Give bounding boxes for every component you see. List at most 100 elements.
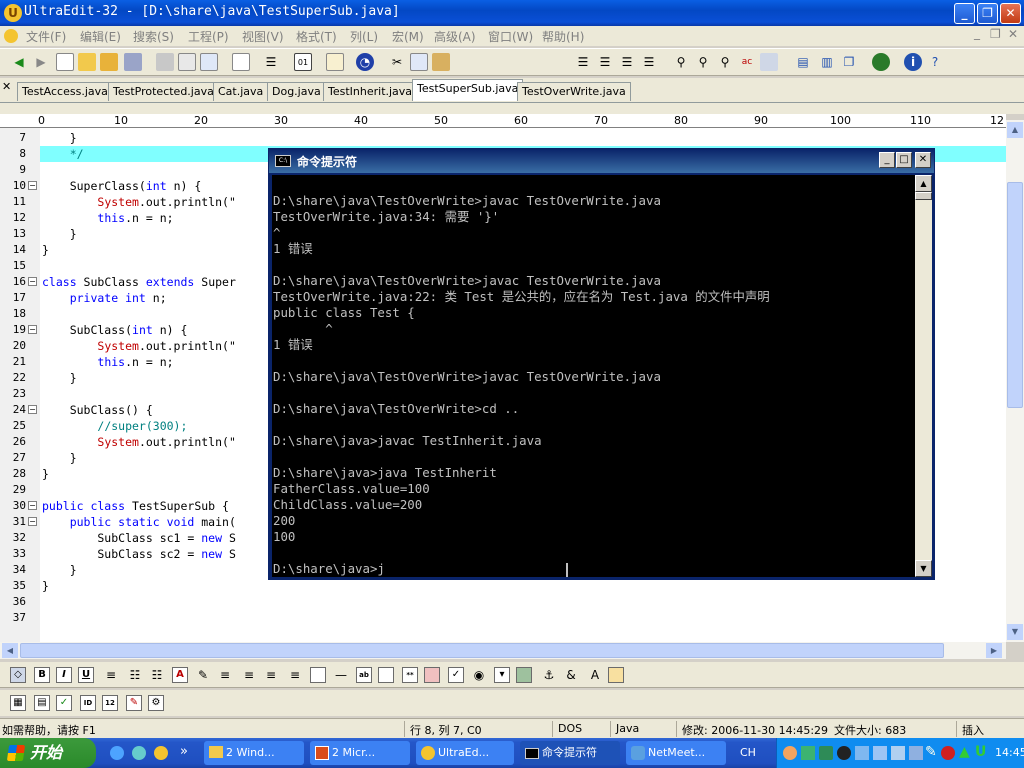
tray-app-icon[interactable] (783, 746, 797, 760)
italic-icon[interactable]: I (56, 667, 72, 683)
fold-toggle-icon[interactable]: − (28, 405, 37, 414)
tray-pen-icon[interactable]: ✎ (925, 744, 937, 760)
fold-toggle-icon[interactable]: − (28, 517, 37, 526)
heading-3-icon[interactable]: ≡ (262, 666, 280, 684)
menu-search[interactable]: 搜索(S) (133, 28, 174, 45)
menu-project[interactable]: 工程(P) (188, 28, 229, 45)
menu-edit[interactable]: 编辑(E) (80, 28, 121, 45)
find-prev-icon[interactable]: ⚲ (716, 53, 734, 71)
align-icon[interactable]: ≡ (102, 666, 120, 684)
start-button[interactable]: 开始 (0, 738, 96, 768)
tab-testoverwrite[interactable]: TestOverWrite.java (517, 82, 631, 101)
table-cell-icon[interactable]: ✓ (56, 695, 72, 711)
cmd-title-bar[interactable]: C:\ 命令提示符 _ □ ✕ (269, 149, 934, 173)
more-quicklaunch-icon[interactable]: » (180, 744, 188, 759)
editor-horizontal-scrollbar[interactable]: ◀ ▶ (0, 642, 1006, 659)
tab-testinherit[interactable]: TestInherit.java (323, 82, 418, 101)
scroll-up-icon[interactable]: ▲ (1007, 122, 1023, 138)
cmd-minimize-button[interactable]: _ (879, 152, 895, 168)
tray-security-icon[interactable] (819, 746, 833, 760)
file-tree-icon[interactable] (326, 53, 344, 71)
menu-help[interactable]: 帮助(H) (542, 28, 584, 45)
text-size-icon[interactable]: A (586, 666, 604, 684)
browser-quicklaunch-icon[interactable] (132, 746, 146, 760)
find-icon[interactable]: ⚲ (672, 53, 690, 71)
browser-icon[interactable]: ◔ (356, 53, 374, 71)
tab-cat[interactable]: Cat.java (213, 82, 269, 101)
new-file-icon[interactable] (56, 53, 74, 71)
tray-update-icon[interactable]: ▲ (959, 744, 970, 760)
scroll-thumb[interactable] (915, 192, 932, 200)
scroll-thumb[interactable] (1007, 182, 1023, 408)
forward-icon[interactable]: ▶ (32, 53, 50, 71)
context-help-icon[interactable]: ? (926, 53, 944, 71)
document-icon[interactable] (4, 29, 18, 43)
ultraedit-app-icon[interactable]: U (4, 4, 22, 22)
tray-display-icon[interactable] (855, 746, 869, 760)
highlight-icon[interactable]: ✎ (194, 666, 212, 684)
form-icon[interactable] (310, 667, 326, 683)
fold-toggle-icon[interactable]: − (28, 325, 37, 334)
tray-u-icon[interactable]: U (975, 744, 986, 760)
checkbox-icon[interactable]: ✓ (448, 667, 464, 683)
anchor-icon[interactable]: ⚓ (540, 666, 558, 684)
cascade-windows-icon[interactable]: ❐ (840, 53, 858, 71)
scroll-right-icon[interactable]: ▶ (986, 643, 1002, 658)
cmd-close-button[interactable]: ✕ (915, 152, 931, 168)
minimize-button[interactable]: _ (954, 3, 975, 24)
close-button[interactable]: ✕ (1000, 3, 1021, 24)
find-in-files-icon[interactable] (760, 53, 778, 71)
underline-icon[interactable]: U (78, 667, 94, 683)
image-button-icon[interactable] (424, 667, 440, 683)
ultraedit-quicklaunch-icon[interactable] (154, 746, 168, 760)
tray-monitor-icon[interactable] (873, 746, 887, 760)
fold-toggle-icon[interactable]: − (28, 277, 37, 286)
numbered-list-icon[interactable]: ☷ (148, 666, 166, 684)
word-wrap-icon[interactable]: ☰ (262, 53, 280, 71)
bold-icon[interactable]: B (34, 667, 50, 683)
table-row-icon[interactable]: ▤ (34, 695, 50, 711)
ie-icon[interactable] (110, 746, 124, 760)
page-setup-icon[interactable] (200, 53, 218, 71)
textbox-icon[interactable]: ab (356, 667, 372, 683)
menu-advanced[interactable]: 高级(A) (434, 28, 476, 45)
dropdown-icon[interactable]: ▾ (494, 667, 510, 683)
hex-mode-icon[interactable]: 01 (294, 53, 312, 71)
horizontal-rule-icon[interactable]: — (332, 666, 350, 684)
doc-minimize-icon[interactable]: _ (974, 26, 980, 40)
justify-icon[interactable]: ☰ (640, 53, 658, 71)
open-folder-icon[interactable] (78, 53, 96, 71)
task-netmeeting[interactable]: NetMeet... (626, 741, 726, 765)
print-preview-icon[interactable] (178, 53, 196, 71)
scroll-down-icon[interactable]: ▼ (915, 560, 932, 577)
split-vertical-icon[interactable]: ▥ (818, 53, 836, 71)
menu-window[interactable]: 窗口(W) (488, 28, 533, 45)
tray-network-icon[interactable] (801, 746, 815, 760)
input-language[interactable]: CH (740, 746, 756, 759)
doc-close-icon[interactable]: ✕ (1008, 27, 1018, 41)
special-char-icon[interactable]: & (562, 666, 580, 684)
fold-toggle-icon[interactable]: − (28, 181, 37, 190)
save-icon[interactable] (124, 53, 142, 71)
scroll-thumb[interactable] (20, 643, 944, 658)
info-icon[interactable]: i (904, 53, 922, 71)
heading-4-icon[interactable]: ≡ (286, 666, 304, 684)
tray-network-2-icon[interactable] (891, 746, 905, 760)
tab-testprotected[interactable]: TestProtected.java (108, 82, 219, 101)
tray-antivirus-icon[interactable] (941, 746, 955, 760)
html-tag-icon[interactable]: ◇ (10, 667, 26, 683)
globe-icon[interactable] (872, 53, 890, 71)
menu-view[interactable]: 视图(V) (242, 28, 284, 45)
task-windows-explorer[interactable]: 2 Wind... (204, 741, 304, 765)
task-ultraedit[interactable]: UltraEd... (416, 741, 514, 765)
replace-icon[interactable]: ac (738, 53, 756, 71)
numbering-icon[interactable]: 12 (102, 695, 118, 711)
scroll-down-icon[interactable]: ▼ (1007, 624, 1023, 640)
menu-format[interactable]: 格式(T) (296, 28, 337, 45)
scroll-left-icon[interactable]: ◀ (2, 643, 18, 658)
editor-vertical-scrollbar[interactable]: ▲ ▼ (1006, 120, 1024, 642)
open-recent-icon[interactable] (100, 53, 118, 71)
align-right-icon[interactable]: ☰ (618, 53, 636, 71)
script-icon[interactable]: ✎ (126, 695, 142, 711)
clock[interactable]: 14:45 (995, 746, 1024, 759)
